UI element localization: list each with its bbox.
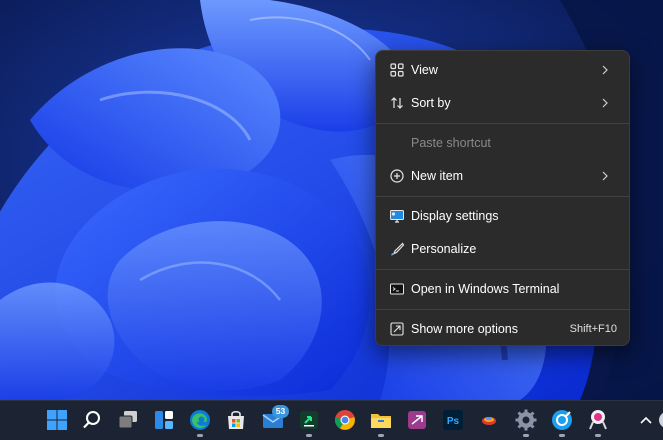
show-more-icon (390, 322, 404, 336)
desktop-context-menu: View Sort by Paste shortcut New item Dis… (375, 50, 630, 346)
slack-icon[interactable] (297, 408, 321, 432)
chevron-right-icon (602, 98, 608, 108)
menu-item-view[interactable]: View (380, 55, 625, 85)
menu-separator (376, 123, 629, 124)
menu-item-display-settings[interactable]: Display settings (380, 201, 625, 231)
chevron-right-icon (602, 171, 608, 181)
running-indicator (197, 434, 203, 437)
running-indicator (306, 434, 312, 437)
menu-item-paste-shortcut[interactable]: Paste shortcut (380, 128, 625, 158)
running-indicator (523, 434, 529, 437)
search-icon[interactable] (80, 408, 104, 432)
brush-icon (391, 242, 405, 256)
menu-item-label: Paste shortcut (411, 136, 491, 150)
windows-start-icon[interactable] (45, 408, 69, 432)
menu-item-label: Display settings (411, 209, 499, 223)
add-circle-icon (390, 169, 404, 183)
keyboard-shortcut: Shift+F10 (569, 323, 617, 335)
terminal-icon (390, 283, 404, 295)
running-indicator (378, 434, 384, 437)
menu-separator (376, 309, 629, 310)
snipping-tool-icon[interactable] (586, 408, 610, 432)
svg-text:Ps: Ps (447, 416, 460, 427)
menu-item-new-item[interactable]: New item (380, 161, 625, 191)
menu-item-label: Personalize (411, 242, 477, 256)
file-explorer-icon[interactable] (369, 408, 393, 432)
chevron-right-icon (602, 65, 608, 75)
chrome-icon[interactable] (333, 408, 357, 432)
store-icon[interactable] (224, 408, 248, 432)
menu-item-personalize[interactable]: Personalize (380, 234, 625, 264)
menu-separator (376, 269, 629, 270)
display-settings-icon (390, 210, 404, 223)
edge-icon[interactable] (188, 408, 212, 432)
grid-view-icon (390, 63, 404, 77)
menu-item-label: New item (411, 169, 464, 183)
mixed-reality-icon[interactable] (405, 408, 429, 432)
sticky-app-icon[interactable] (477, 408, 501, 432)
menu-item-label: Sort by (411, 96, 451, 110)
photoshop-icon[interactable]: Ps (441, 408, 465, 432)
tray-overflow-icon[interactable] (655, 408, 663, 432)
settings-icon[interactable] (514, 408, 538, 432)
menu-item-label: View (411, 63, 438, 77)
sort-icon (391, 97, 403, 109)
running-indicator (559, 434, 565, 437)
browser-icon[interactable] (550, 408, 574, 432)
running-indicator (595, 434, 601, 437)
mail-badge: 53 (272, 405, 289, 418)
menu-separator (376, 196, 629, 197)
menu-item-show-more-options[interactable]: Show more options Shift+F10 (380, 314, 625, 344)
task-view-icon[interactable] (116, 408, 140, 432)
menu-item-open-terminal[interactable]: Open in Windows Terminal (380, 274, 625, 304)
menu-item-label: Open in Windows Terminal (411, 282, 560, 296)
widgets-icon[interactable] (152, 408, 176, 432)
menu-item-sort-by[interactable]: Sort by (380, 88, 625, 118)
menu-item-label: Show more options (411, 322, 519, 336)
